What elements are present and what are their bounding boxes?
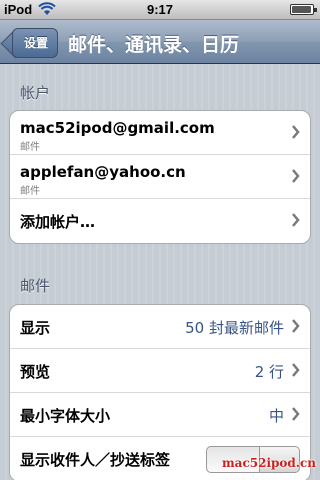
chevron-right-icon bbox=[292, 319, 300, 333]
chevron-right-icon bbox=[292, 407, 300, 421]
account-title: mac52ipod@gmail.com bbox=[20, 119, 215, 137]
chevron-right-icon bbox=[292, 169, 300, 183]
row-label: 显示 bbox=[20, 319, 51, 337]
mail-row-show[interactable]: 显示 50 封最新邮件 bbox=[10, 305, 310, 349]
row-label: 显示收件人／抄送标签 bbox=[20, 451, 171, 469]
account-subtitle: 邮件 bbox=[20, 186, 40, 197]
chevron-right-icon bbox=[292, 213, 300, 227]
account-title: applefan@yahoo.cn bbox=[20, 163, 186, 181]
row-label: 最小字体大小 bbox=[20, 407, 111, 425]
section-header-mail: 邮件 bbox=[20, 277, 51, 295]
mail-row-min-font-size[interactable]: 最小字体大小 中 bbox=[10, 393, 310, 437]
section-header-accounts: 帐户 bbox=[20, 84, 51, 102]
chevron-right-icon bbox=[292, 363, 300, 377]
watermark: mac52ipod.cn bbox=[221, 456, 316, 470]
mail-row-preview[interactable]: 预览 2 行 bbox=[10, 349, 310, 393]
row-value: 2 行 bbox=[254, 363, 284, 381]
clock: 9:17 bbox=[146, 2, 174, 17]
back-button[interactable]: 设置 bbox=[12, 28, 58, 58]
add-account-row[interactable]: 添加帐户… bbox=[10, 199, 310, 243]
back-button-label: 设置 bbox=[12, 28, 58, 58]
battery-icon bbox=[290, 4, 317, 15]
chevron-right-icon bbox=[292, 125, 300, 139]
row-value: 50 封最新邮件 bbox=[185, 319, 284, 337]
row-label: 预览 bbox=[20, 363, 51, 381]
accounts-group: mac52ipod@gmail.com 邮件 applefan@yahoo.cn… bbox=[9, 110, 311, 244]
status-bar: iPod 9:17 bbox=[0, 0, 320, 20]
page-title: 邮件、通讯录、日历 bbox=[68, 34, 240, 56]
mail-group: 显示 50 封最新邮件 预览 2 行 最小字体大小 中 显示收件人／抄送标签 bbox=[9, 304, 311, 480]
row-value: 中 bbox=[268, 407, 284, 425]
account-subtitle: 邮件 bbox=[20, 142, 40, 153]
navigation-bar: 设置 邮件、通讯录、日历 bbox=[0, 20, 320, 64]
account-row-yahoo[interactable]: applefan@yahoo.cn 邮件 bbox=[10, 155, 310, 199]
add-account-label: 添加帐户… bbox=[20, 213, 96, 231]
account-row-gmail[interactable]: mac52ipod@gmail.com 邮件 bbox=[10, 111, 310, 155]
